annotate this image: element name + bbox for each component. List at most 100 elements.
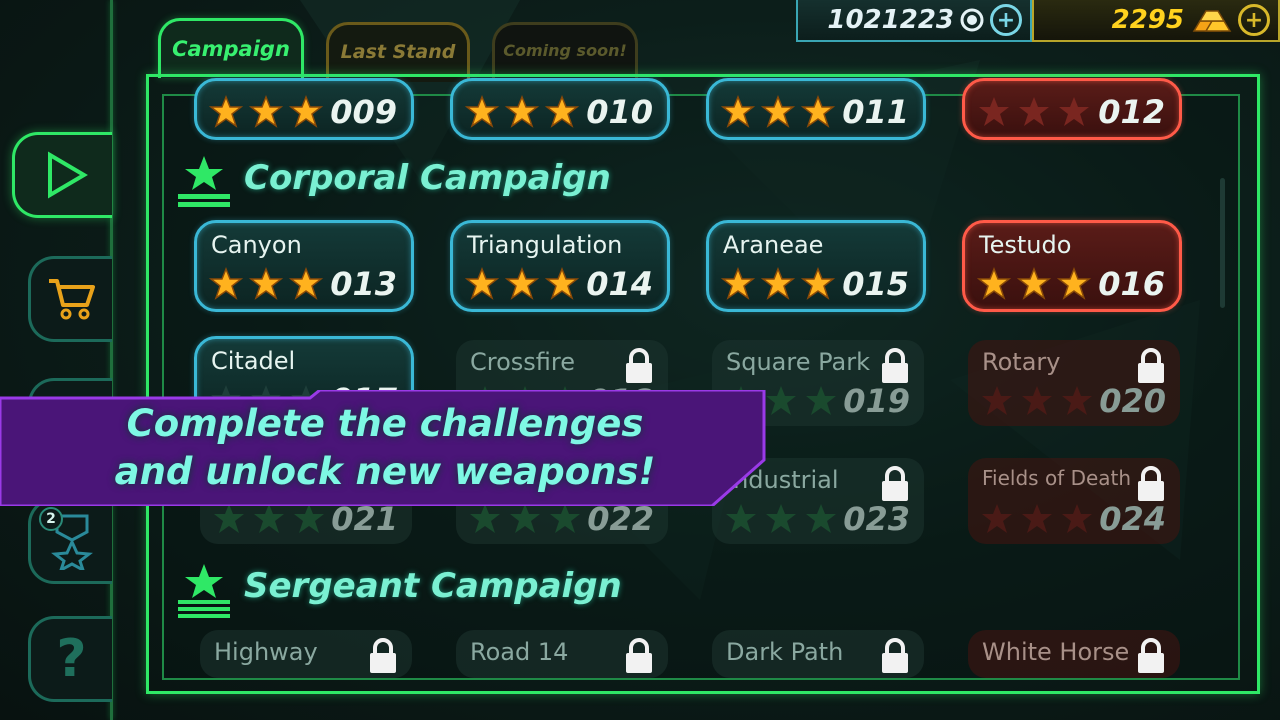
lock-icon: [1138, 638, 1164, 673]
star-empty-icon: [982, 386, 1012, 415]
level-card-009[interactable]: 009: [194, 78, 414, 140]
coins-display: 1021223 +: [796, 0, 1032, 42]
lock-icon: [626, 348, 652, 383]
section-title-corporal: Corporal Campaign: [244, 158, 611, 198]
star-filled-icon: [977, 267, 1011, 300]
star-filled-icon: [721, 95, 755, 128]
level-card-020[interactable]: Rotary 020: [968, 340, 1180, 426]
coins-amount: 1021223: [827, 5, 954, 35]
lock-icon: [626, 638, 652, 673]
star-rating: [721, 95, 835, 129]
level-card-highway[interactable]: Highway: [200, 630, 412, 678]
lock-icon: [882, 348, 908, 383]
level-name: Rotary: [982, 348, 1061, 376]
level-name: Highway: [214, 638, 318, 666]
section-title-sergeant: Sergeant Campaign: [244, 566, 622, 606]
star-rating: [977, 267, 1091, 301]
level-card-014[interactable]: Triangulation 014: [450, 220, 670, 312]
star-empty-icon: [806, 504, 836, 533]
tab-campaign[interactable]: Campaign: [158, 18, 304, 78]
level-card-road-14[interactable]: Road 14: [456, 630, 668, 678]
tab-coming-soon: Coming soon!: [492, 22, 638, 82]
star-filled-icon: [1057, 267, 1091, 300]
star-filled-icon: [505, 267, 539, 300]
add-gold-button[interactable]: +: [1238, 4, 1270, 36]
level-card-015[interactable]: Araneae 015: [706, 220, 926, 312]
level-card-016[interactable]: Testudo 016: [962, 220, 1182, 312]
level-card-012[interactable]: 012: [962, 78, 1182, 140]
star-empty-icon: [470, 504, 500, 533]
star-rating: [724, 502, 838, 536]
level-name: Road 14: [470, 638, 569, 666]
star-empty-icon: [982, 504, 1012, 533]
level-number: 023: [843, 500, 910, 538]
star-filled-icon: [1017, 267, 1051, 300]
gold-display: 2295 +: [1032, 0, 1280, 42]
level-number: 012: [1098, 93, 1165, 131]
level-name: Triangulation: [467, 231, 623, 259]
star-empty-icon: [1059, 97, 1089, 126]
left-rail: 2 ?: [0, 0, 113, 720]
level-name: Citadel: [211, 347, 296, 375]
level-number: 010: [586, 93, 653, 131]
level-number: 024: [1099, 500, 1166, 538]
level-card-011[interactable]: 011: [706, 78, 926, 140]
star-filled-icon: [505, 95, 539, 128]
play-icon: [47, 151, 88, 199]
star-empty-icon: [766, 504, 796, 533]
help-icon: ?: [56, 629, 87, 689]
shop-button[interactable]: [28, 256, 112, 342]
cart-icon: [48, 279, 95, 320]
star-rating: [212, 502, 326, 536]
corporal-rank-icon: [178, 156, 230, 207]
lock-icon: [1138, 348, 1164, 383]
star-empty-icon: [806, 386, 836, 415]
star-empty-icon: [510, 504, 540, 533]
star-rating: [468, 502, 582, 536]
star-filled-icon: [761, 267, 795, 300]
level-number: 019: [843, 382, 910, 420]
level-number: 013: [330, 265, 397, 303]
level-name: Crossfire: [470, 348, 576, 376]
star-empty-icon: [1062, 504, 1092, 533]
add-coins-button[interactable]: +: [990, 4, 1022, 36]
promo-message: Complete the challenges and unlock new w…: [40, 400, 730, 496]
star-rating: [465, 95, 579, 129]
level-name: Araneae: [723, 231, 824, 259]
level-card-dark-path[interactable]: Dark Path: [712, 630, 924, 678]
medal-count-badge: 2: [39, 507, 63, 531]
level-name: Canyon: [211, 231, 302, 259]
star-rating: [977, 95, 1091, 129]
star-filled-icon: [465, 95, 499, 128]
gold-amount: 2295: [1111, 5, 1184, 35]
star-empty-icon: [294, 504, 324, 533]
tab-last-stand[interactable]: Last Stand: [326, 22, 470, 82]
level-number: 014: [586, 265, 653, 303]
star-empty-icon: [1022, 386, 1052, 415]
lock-icon: [1138, 466, 1164, 501]
lock-icon: [370, 638, 396, 673]
level-card-024[interactable]: Fields of Death 024: [968, 458, 1180, 544]
star-empty-icon: [1022, 504, 1052, 533]
level-card-010[interactable]: 010: [450, 78, 670, 140]
level-number: 015: [842, 265, 909, 303]
level-number: 011: [842, 93, 909, 131]
scrollbar[interactable]: [1220, 178, 1225, 308]
level-card-white-horse[interactable]: White Horse: [968, 630, 1180, 678]
medals-button[interactable]: 2: [28, 498, 112, 584]
level-card-013[interactable]: Canyon 013: [194, 220, 414, 312]
star-empty-icon: [979, 97, 1009, 126]
star-filled-icon: [249, 95, 283, 128]
star-rating: [209, 95, 323, 129]
level-name: White Horse: [982, 638, 1130, 666]
level-name: Square Park: [726, 348, 870, 376]
star-filled-icon: [545, 267, 579, 300]
rail-divider: [110, 0, 113, 720]
star-empty-icon: [1062, 386, 1092, 415]
star-filled-icon: [289, 95, 323, 128]
star-filled-icon: [209, 267, 243, 300]
help-button[interactable]: ?: [28, 616, 112, 702]
play-button[interactable]: [12, 132, 112, 218]
star-filled-icon: [249, 267, 283, 300]
lock-icon: [882, 466, 908, 501]
